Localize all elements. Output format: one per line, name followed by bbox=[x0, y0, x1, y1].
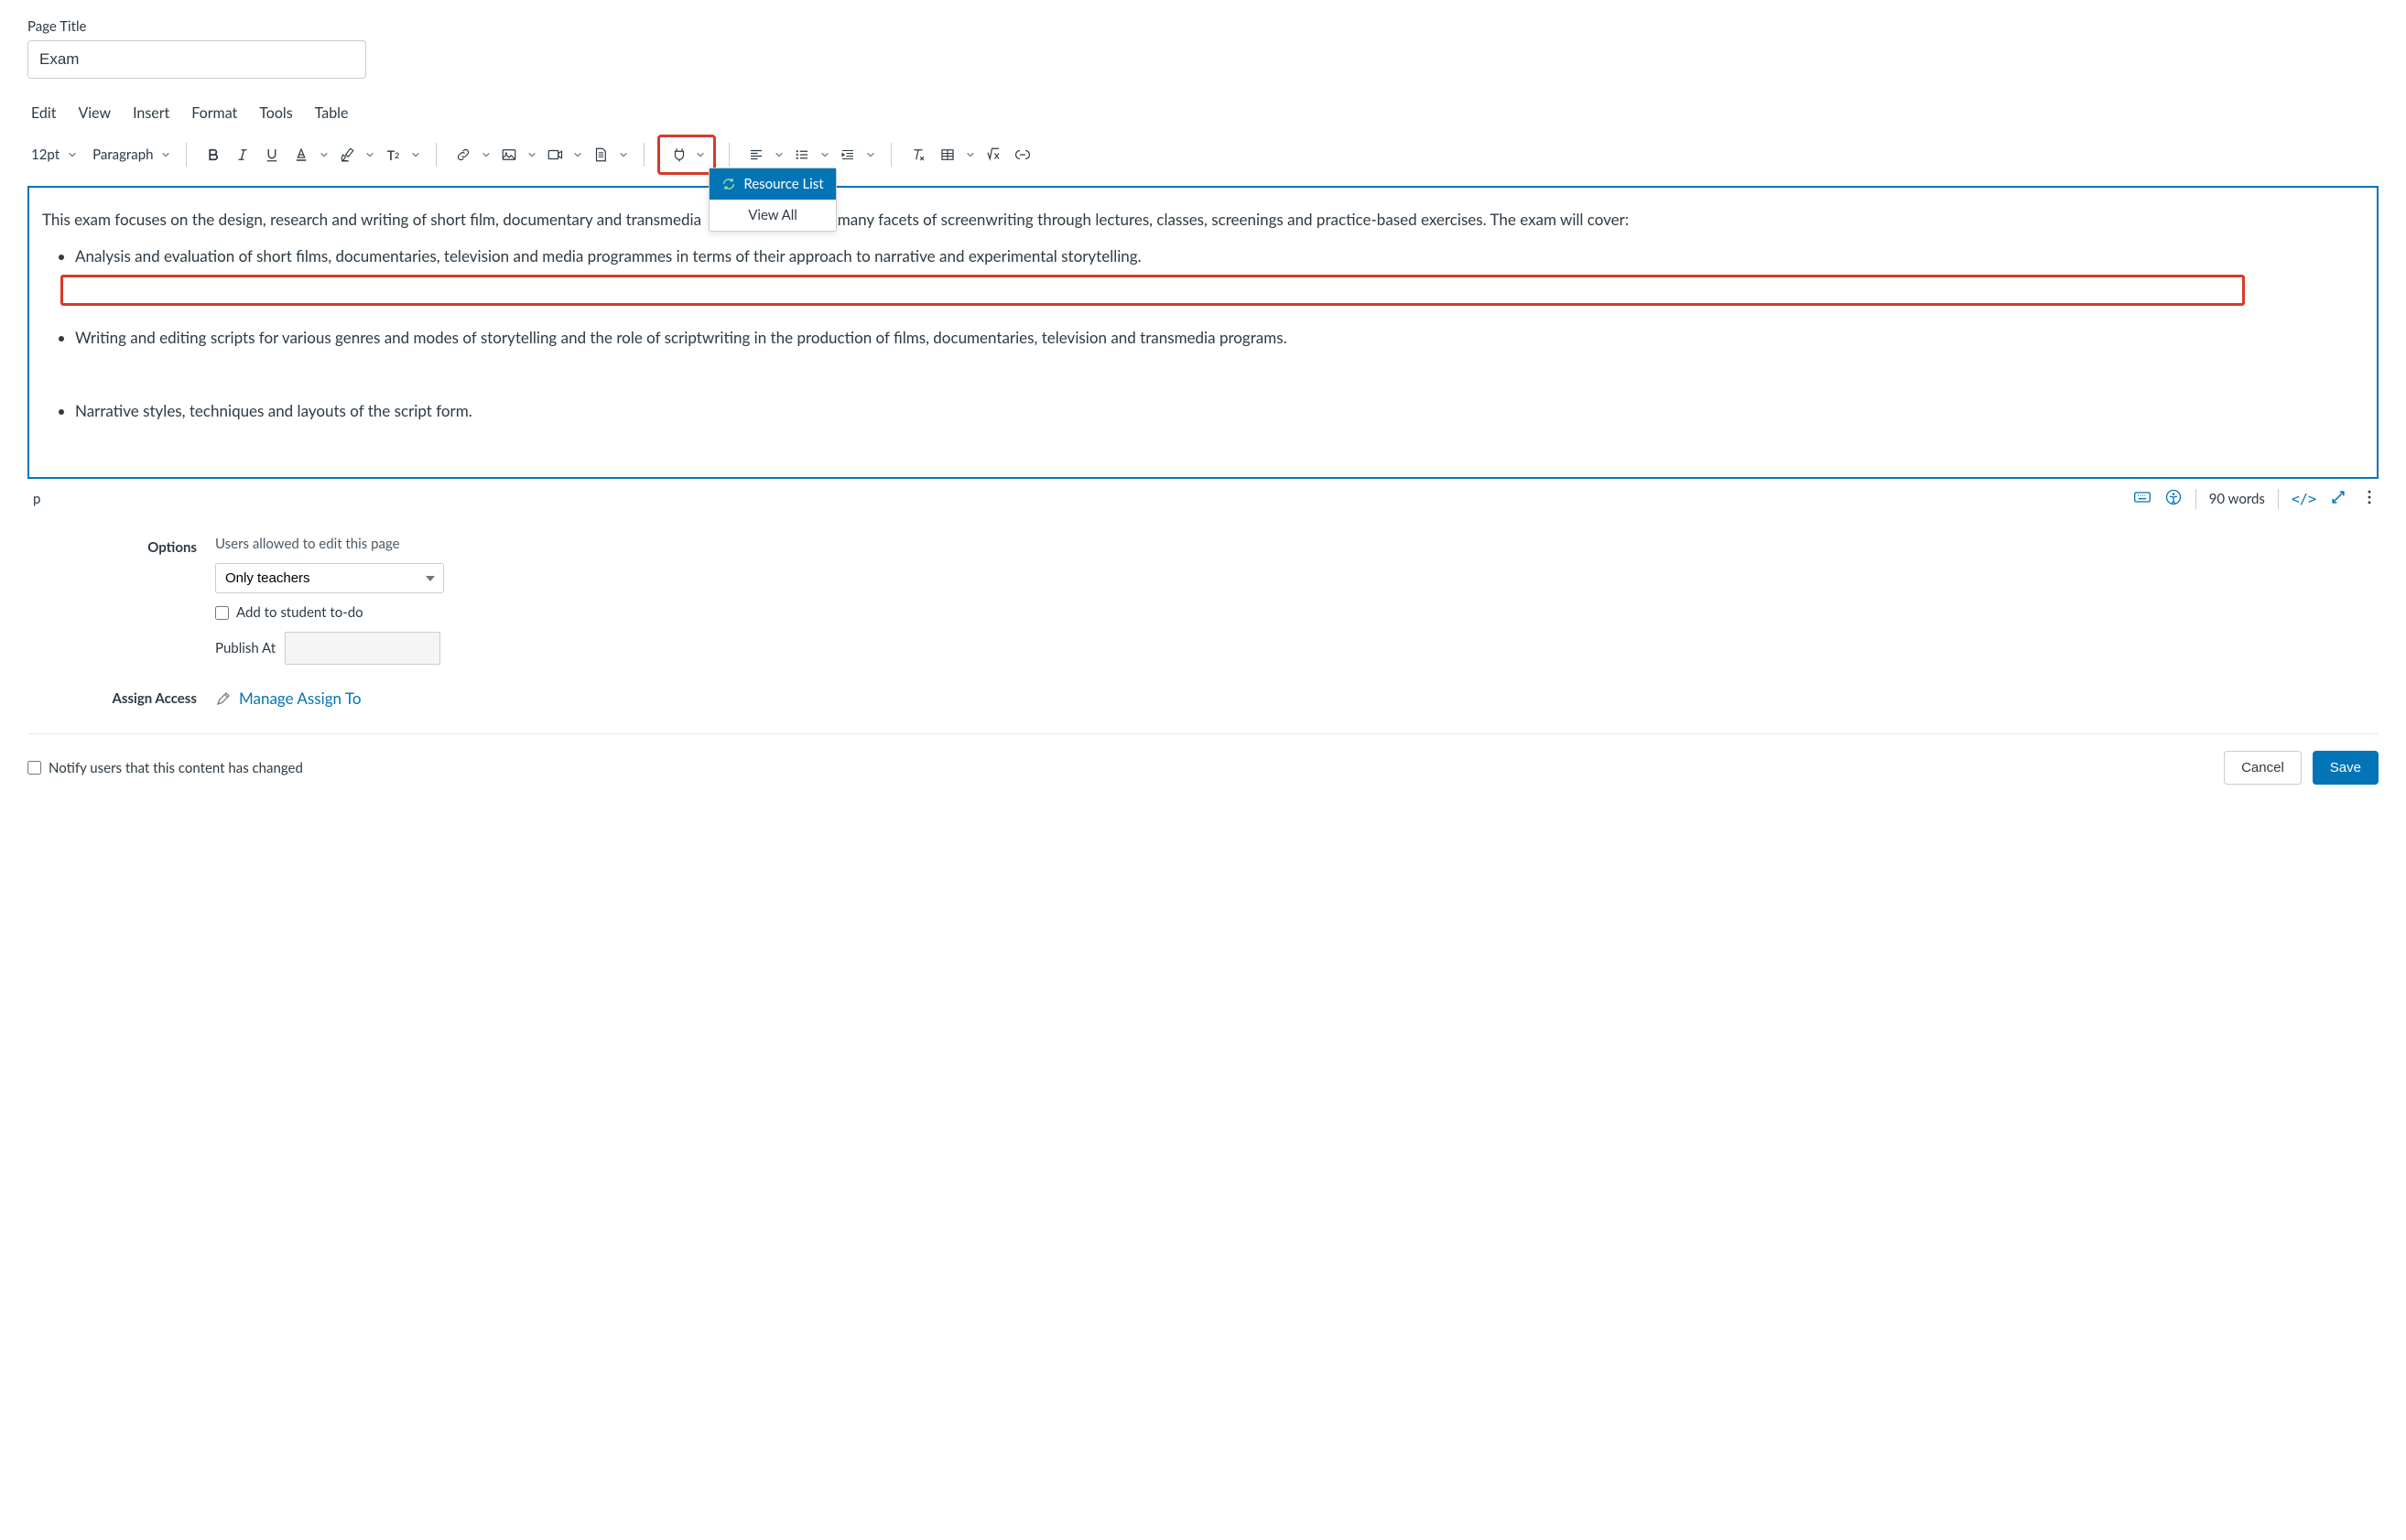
content-bullet[interactable]: Writing and editing scripts for various … bbox=[75, 326, 2364, 350]
chevron-down-icon[interactable] bbox=[818, 141, 832, 168]
apps-plugin-button-highlighted bbox=[657, 135, 716, 175]
separator bbox=[2195, 489, 2196, 509]
highlight-icon[interactable] bbox=[333, 141, 361, 168]
assign-access-section: Assign Access Manage Assign To bbox=[27, 689, 2379, 730]
fullscreen-icon[interactable] bbox=[2329, 488, 2347, 510]
chevron-down-icon[interactable] bbox=[408, 141, 423, 168]
annotation-highlight-box bbox=[60, 275, 2245, 306]
add-todo-checkbox-row[interactable]: Add to student to-do bbox=[215, 604, 444, 621]
superscript-icon[interactable]: T2 bbox=[379, 141, 406, 168]
chevron-down-icon[interactable] bbox=[317, 141, 331, 168]
plugin-dropdown: Resource List View All bbox=[709, 168, 837, 232]
underline-icon[interactable] bbox=[258, 141, 286, 168]
add-todo-label: Add to student to-do bbox=[236, 604, 363, 621]
image-icon[interactable] bbox=[495, 141, 523, 168]
separator bbox=[891, 143, 892, 167]
separator bbox=[2278, 489, 2279, 509]
chevron-down-icon[interactable] bbox=[65, 141, 80, 168]
editor-toolbar: 12pt Paragraph T2 bbox=[27, 133, 2379, 184]
editor-menubar: Edit View Insert Format Tools Table bbox=[27, 99, 2379, 133]
footer-bar: Notify users that this content has chang… bbox=[27, 734, 2379, 785]
publish-at-input[interactable] bbox=[285, 632, 440, 665]
chevron-down-icon[interactable] bbox=[693, 141, 708, 168]
separator bbox=[729, 143, 730, 167]
content-paragraph[interactable]: This exam focuses on the design, researc… bbox=[42, 208, 2364, 232]
chevron-down-icon[interactable] bbox=[158, 141, 173, 168]
dropdown-item-resource-list[interactable]: Resource List bbox=[710, 168, 836, 200]
accessibility-icon[interactable] bbox=[2164, 488, 2183, 510]
users-allowed-label: Users allowed to edit this page bbox=[215, 536, 444, 552]
menu-format[interactable]: Format bbox=[191, 104, 237, 122]
dropdown-label: View All bbox=[748, 207, 797, 223]
link-icon[interactable] bbox=[450, 141, 477, 168]
text-color-icon[interactable] bbox=[287, 141, 315, 168]
content-bullet[interactable]: Narrative styles, techniques and layouts… bbox=[75, 399, 2364, 423]
assign-access-label: Assign Access bbox=[87, 690, 197, 707]
document-icon[interactable] bbox=[587, 141, 614, 168]
page-title-label: Page Title bbox=[27, 18, 2379, 35]
notify-checkbox-row[interactable]: Notify users that this content has chang… bbox=[27, 760, 303, 776]
notify-checkbox[interactable] bbox=[27, 761, 41, 775]
indent-icon[interactable] bbox=[834, 141, 862, 168]
media-icon[interactable] bbox=[541, 141, 569, 168]
cancel-button[interactable]: Cancel bbox=[2224, 751, 2302, 785]
menu-view[interactable]: View bbox=[78, 104, 111, 122]
page-title-input[interactable] bbox=[27, 40, 366, 79]
menu-edit[interactable]: Edit bbox=[31, 104, 56, 122]
separator bbox=[186, 143, 187, 167]
equation-icon[interactable] bbox=[980, 141, 1007, 168]
assign-link-text: Manage Assign To bbox=[239, 689, 361, 708]
bullet-list-icon[interactable] bbox=[788, 141, 816, 168]
editor-content[interactable]: This exam focuses on the design, researc… bbox=[27, 186, 2379, 479]
align-icon[interactable] bbox=[742, 141, 770, 168]
chevron-down-icon[interactable] bbox=[772, 141, 786, 168]
manage-assign-to-link[interactable]: Manage Assign To bbox=[215, 689, 361, 708]
table-icon[interactable] bbox=[934, 141, 961, 168]
bold-icon[interactable] bbox=[200, 141, 227, 168]
element-path[interactable]: p bbox=[33, 491, 40, 507]
dropdown-item-view-all[interactable]: View All bbox=[710, 200, 836, 231]
add-todo-checkbox[interactable] bbox=[215, 606, 229, 620]
chevron-down-icon[interactable] bbox=[570, 141, 585, 168]
notify-label: Notify users that this content has chang… bbox=[49, 760, 303, 776]
separator bbox=[644, 143, 645, 167]
keyboard-icon[interactable] bbox=[2133, 488, 2151, 510]
more-icon[interactable] bbox=[2360, 488, 2379, 510]
separator bbox=[436, 143, 437, 167]
font-size-select[interactable]: 12pt bbox=[31, 146, 63, 163]
editor-statusbar: p 90 words </> bbox=[27, 479, 2379, 510]
html-view-toggle[interactable]: </> bbox=[2292, 491, 2316, 507]
chevron-down-icon[interactable] bbox=[525, 141, 539, 168]
options-label: Options bbox=[119, 536, 197, 556]
refresh-icon bbox=[721, 177, 736, 191]
assign-icon bbox=[215, 690, 232, 707]
chevron-down-icon[interactable] bbox=[863, 141, 878, 168]
block-format-select[interactable]: Paragraph bbox=[92, 146, 157, 163]
content-bullet[interactable]: Analysis and evaluation of short films, … bbox=[75, 244, 2364, 268]
embed-icon[interactable] bbox=[1009, 141, 1036, 168]
italic-icon[interactable] bbox=[229, 141, 256, 168]
menu-tools[interactable]: Tools bbox=[259, 104, 292, 122]
menu-insert[interactable]: Insert bbox=[133, 104, 169, 122]
dropdown-label: Resource List bbox=[743, 176, 823, 192]
publish-at-label: Publish At bbox=[215, 640, 276, 656]
word-count: 90 words bbox=[2209, 491, 2265, 507]
clear-format-icon[interactable] bbox=[905, 141, 932, 168]
menu-table[interactable]: Table bbox=[315, 104, 349, 122]
chevron-down-icon[interactable] bbox=[963, 141, 978, 168]
chevron-down-icon[interactable] bbox=[363, 141, 377, 168]
save-button[interactable]: Save bbox=[2313, 751, 2379, 785]
chevron-down-icon[interactable] bbox=[616, 141, 631, 168]
chevron-down-icon[interactable] bbox=[479, 141, 493, 168]
rich-text-editor: Edit View Insert Format Tools Table 12pt… bbox=[27, 99, 2379, 510]
editing-roles-select[interactable]: Only teachers bbox=[215, 563, 444, 593]
options-section: Options Users allowed to edit this page … bbox=[27, 536, 2379, 665]
plugin-icon[interactable] bbox=[666, 141, 693, 168]
